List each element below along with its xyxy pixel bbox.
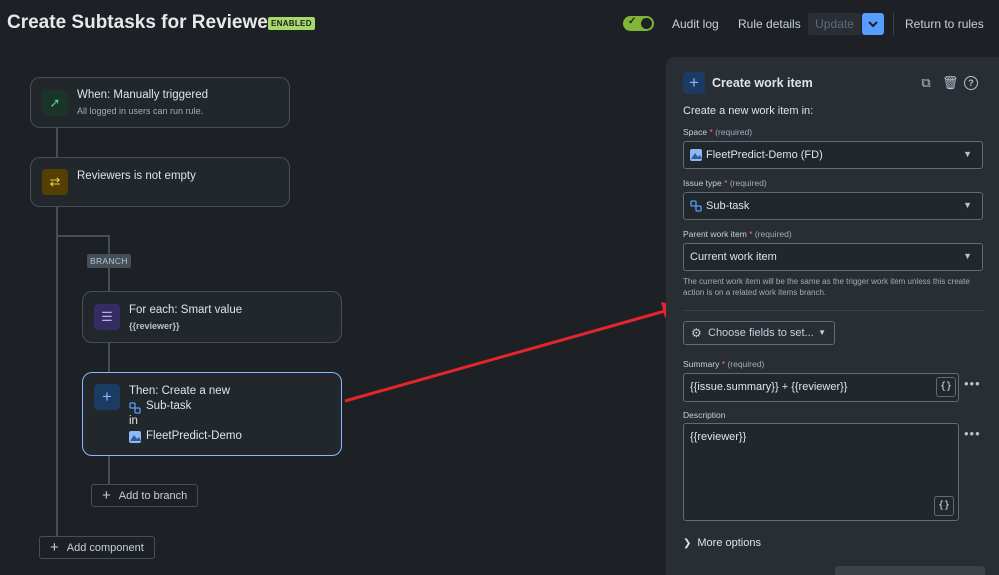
space-select[interactable]: FleetPredict-Demo (FD) ▼ — [683, 141, 983, 169]
issue-type-select[interactable]: Sub-task ▼ — [683, 192, 983, 220]
parent-value: Current work item — [690, 251, 777, 263]
divider — [683, 310, 983, 311]
space-value: FleetPredict-Demo (FD) — [706, 149, 823, 161]
chevron-down-icon: ▼ — [963, 200, 972, 210]
summary-value: {{issue.summary}} + {{reviewer}} — [690, 381, 848, 393]
choose-fields-button[interactable]: ⚙ Choose fields to set... ▼ — [683, 321, 835, 345]
plus-icon: + — [683, 72, 705, 94]
action-config-panel: + Create work item ⧉ 🗑 ? Create a new wo… — [666, 57, 999, 575]
more-icon[interactable]: ••• — [964, 426, 981, 441]
help-icon[interactable]: ? — [964, 76, 978, 90]
more-icon[interactable]: ••• — [964, 376, 981, 391]
description-textarea[interactable]: {{reviewer}} {} — [683, 423, 959, 521]
summary-label: Summary * (required) — [683, 359, 765, 369]
next-button[interactable] — [835, 566, 985, 575]
parent-label: Parent work item * (required) — [683, 229, 792, 239]
trash-icon[interactable]: 🗑 — [942, 76, 959, 90]
copy-icon[interactable]: ⧉ — [919, 76, 933, 90]
project-icon — [690, 149, 702, 161]
panel-intro: Create a new work item in: — [683, 105, 814, 117]
summary-input[interactable]: {{issue.summary}} + {{reviewer}} {} — [683, 373, 959, 402]
parent-select[interactable]: Current work item ▼ — [683, 243, 983, 271]
parent-helper-text: The current work item will be the same a… — [683, 277, 970, 297]
space-label: Space * (required) — [683, 127, 753, 137]
chevron-down-icon: ▼ — [963, 149, 972, 159]
issue-type-value: Sub-task — [706, 200, 750, 212]
panel-title: Create work item — [712, 76, 813, 90]
smart-value-button[interactable]: {} — [934, 496, 954, 516]
more-options-label: More options — [697, 537, 761, 549]
description-value: {{reviewer}} — [690, 431, 747, 443]
choose-fields-label: Choose fields to set... — [708, 327, 814, 339]
description-label: Description — [683, 410, 726, 420]
gear-icon: ⚙ — [691, 326, 702, 340]
issue-type-label: Issue type * (required) — [683, 178, 767, 188]
chevron-down-icon: ▼ — [818, 328, 826, 337]
more-options-toggle[interactable]: ❯ More options — [683, 537, 761, 549]
smart-value-button[interactable]: {} — [936, 377, 956, 397]
chevron-right-icon: ❯ — [683, 538, 692, 549]
chevron-down-icon: ▼ — [963, 251, 972, 261]
subtask-icon — [690, 200, 702, 212]
